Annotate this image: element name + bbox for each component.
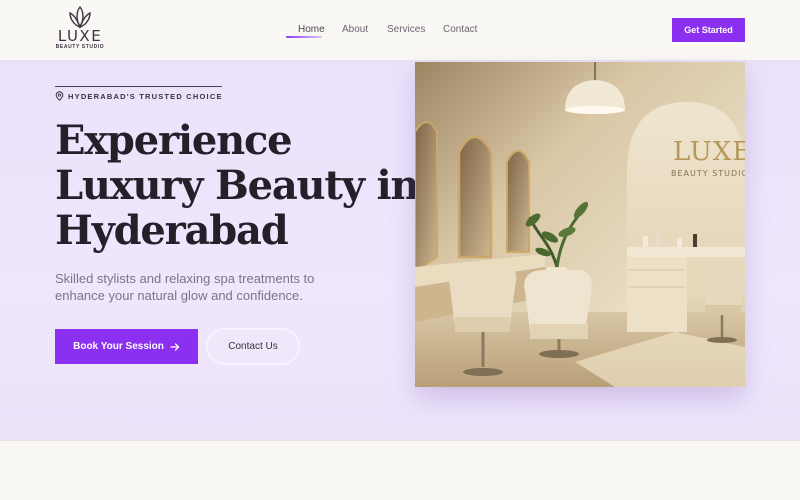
wall-sign-beauty-studio: BEAUTY STUDIO [671,169,745,178]
nav-services[interactable]: Services [387,24,425,35]
get-started-button[interactable]: Get Started [672,18,745,42]
headline-line-3: Hyderabad [55,207,289,254]
wall-sign-luxe: LUXE [673,137,745,167]
logo-tagline: BEAUTY STUDIO [55,44,105,50]
nav-home[interactable]: Home [298,24,325,35]
arrow-right-icon [170,342,180,351]
contact-us-button[interactable]: Contact Us [207,329,299,364]
book-session-button[interactable]: Book Your Session [55,329,198,364]
brand-logo[interactable]: LUXE BEAUTY STUDIO [54,5,106,57]
active-nav-indicator [286,36,322,38]
book-session-label: Book Your Session [73,341,164,352]
lotus-logo-icon [69,5,91,29]
location-pin-icon [55,91,64,101]
nav-about[interactable]: About [342,24,368,35]
headline-line-2: Luxury Beauty in [55,162,420,209]
hero-headline: Experience Luxury Beauty in Hyderabad [55,117,420,254]
headline-line-1: Experience [55,117,293,164]
section-divider [0,440,800,441]
hero-subtext: Skilled stylists and relaxing spa treatm… [55,271,315,303]
site-header: LUXE BEAUTY STUDIO Home About Services C… [0,0,800,61]
eyebrow: HYDERABAD'S TRUSTED CHOICE [55,91,223,101]
logo-wordmark: LUXE [57,27,103,45]
nav-contact[interactable]: Contact [443,24,477,35]
salon-interior-image: LUXE BEAUTY STUDIO [415,62,745,387]
eyebrow-rule [55,86,222,87]
eyebrow-text: HYDERABAD'S TRUSTED CHOICE [68,91,223,101]
